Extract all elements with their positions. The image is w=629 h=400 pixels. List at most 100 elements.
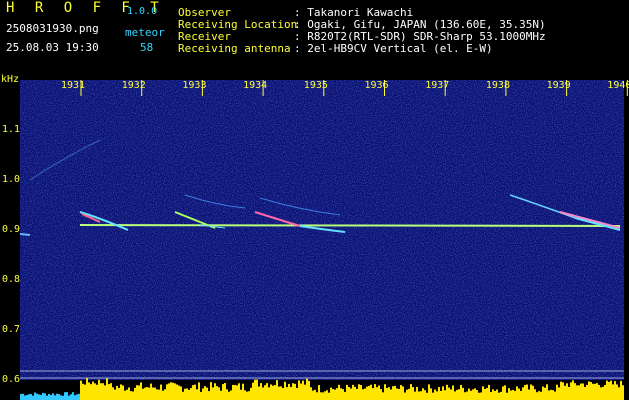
level-bar bbox=[142, 388, 144, 400]
level-bar bbox=[250, 387, 252, 400]
level-bar bbox=[494, 390, 496, 400]
level-bar bbox=[30, 393, 32, 400]
level-bar bbox=[560, 381, 562, 400]
level-bar bbox=[242, 383, 244, 400]
level-bar bbox=[382, 392, 384, 400]
level-bar bbox=[602, 386, 604, 400]
level-bar bbox=[192, 385, 194, 400]
level-bar bbox=[276, 380, 278, 400]
level-bar bbox=[246, 391, 248, 400]
level-bar bbox=[288, 383, 290, 400]
level-bar bbox=[314, 389, 316, 400]
level-bar bbox=[302, 380, 304, 400]
level-bar bbox=[94, 383, 96, 400]
level-bar bbox=[164, 389, 166, 400]
level-bar bbox=[442, 386, 444, 400]
level-bar bbox=[364, 388, 366, 400]
level-bar bbox=[80, 380, 82, 400]
level-bar bbox=[414, 391, 416, 400]
freq-tick-label: 0.8 bbox=[2, 274, 21, 285]
level-bar bbox=[312, 390, 314, 400]
level-bar bbox=[24, 395, 26, 400]
level-bar bbox=[548, 390, 550, 400]
level-bar bbox=[466, 391, 468, 400]
level-bar bbox=[606, 380, 608, 400]
level-bar bbox=[78, 393, 80, 400]
level-bar bbox=[380, 389, 382, 400]
level-bar bbox=[230, 390, 232, 400]
level-bar bbox=[66, 392, 68, 400]
level-bar bbox=[620, 380, 622, 400]
level-bar bbox=[450, 389, 452, 400]
level-bar bbox=[394, 385, 396, 400]
level-bar bbox=[488, 384, 490, 400]
level-bar bbox=[506, 392, 508, 400]
level-bar bbox=[316, 392, 318, 400]
level-bar bbox=[396, 388, 398, 400]
level-bar bbox=[64, 392, 66, 400]
level-bar bbox=[326, 390, 328, 400]
level-bar bbox=[280, 386, 282, 400]
level-bar bbox=[486, 388, 488, 400]
level-bar bbox=[298, 380, 300, 400]
level-bar bbox=[234, 385, 236, 400]
level-bar bbox=[586, 384, 588, 400]
level-bar bbox=[516, 386, 518, 400]
level-bar bbox=[570, 382, 572, 400]
level-bar bbox=[180, 386, 182, 400]
level-bar bbox=[614, 381, 616, 400]
level-bar bbox=[388, 387, 390, 400]
level-bar bbox=[542, 386, 544, 400]
level-bar bbox=[498, 392, 500, 400]
level-bar bbox=[54, 395, 56, 400]
level-bar bbox=[272, 385, 274, 400]
level-bar bbox=[338, 384, 340, 400]
level-bar bbox=[90, 384, 92, 400]
level-bar bbox=[352, 384, 354, 400]
level-bar bbox=[500, 391, 502, 400]
level-bar bbox=[196, 389, 198, 400]
time-tick-label: 1936 bbox=[364, 80, 389, 91]
level-bar bbox=[612, 384, 614, 400]
level-bar bbox=[174, 383, 176, 400]
level-bar bbox=[244, 390, 246, 400]
level-bar bbox=[318, 385, 320, 400]
level-bar bbox=[254, 379, 256, 400]
level-bar bbox=[426, 392, 428, 400]
level-bar bbox=[588, 381, 590, 400]
level-bar bbox=[186, 388, 188, 400]
level-bar bbox=[496, 389, 498, 400]
level-bar bbox=[76, 394, 78, 400]
level-bar bbox=[232, 384, 234, 400]
level-bar bbox=[336, 388, 338, 400]
time-tick-label: 1938 bbox=[485, 80, 510, 91]
level-bar bbox=[340, 388, 342, 400]
level-bar bbox=[60, 395, 62, 400]
level-bar bbox=[306, 378, 308, 400]
level-bar bbox=[462, 387, 464, 400]
level-bar bbox=[564, 385, 566, 400]
level-bar bbox=[182, 391, 184, 400]
level-bar bbox=[52, 393, 54, 400]
level-bar bbox=[160, 384, 162, 400]
level-bar bbox=[20, 394, 22, 400]
level-bar bbox=[358, 384, 360, 400]
level-bar bbox=[368, 385, 370, 400]
level-bar bbox=[474, 388, 476, 400]
level-bar bbox=[256, 379, 258, 400]
level-bar bbox=[622, 385, 624, 400]
level-bar bbox=[410, 384, 412, 400]
level-bar bbox=[434, 389, 436, 400]
level-bar bbox=[348, 387, 350, 400]
level-bar bbox=[576, 385, 578, 400]
level-bar bbox=[140, 382, 142, 400]
level-bar bbox=[166, 384, 168, 400]
level-bar bbox=[170, 382, 172, 400]
level-bar bbox=[124, 390, 126, 400]
level-bar bbox=[510, 390, 512, 400]
level-bar bbox=[122, 385, 124, 400]
level-bar bbox=[290, 386, 292, 400]
level-bar bbox=[344, 391, 346, 400]
level-bar bbox=[34, 392, 36, 400]
level-bar bbox=[86, 378, 88, 400]
